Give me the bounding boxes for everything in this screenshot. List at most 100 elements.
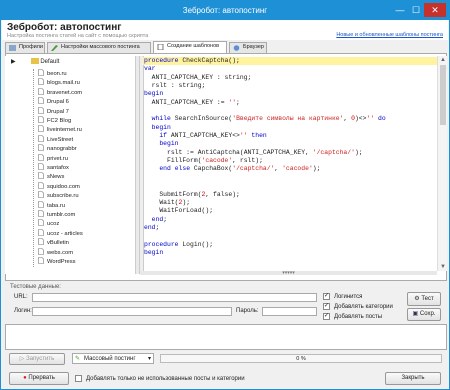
status-bar: ▷ Запустить ✎ Массовый постинг ▾ 0 % <box>5 353 447 366</box>
test-button-label: Тест <box>421 296 434 302</box>
tree-item-label: ucoz <box>47 221 60 228</box>
scroll-up-icon[interactable]: ▲ <box>439 56 447 64</box>
tree-item[interactable]: privet.ru <box>38 153 68 163</box>
scroll-thumb[interactable] <box>440 65 446 125</box>
tree-item-label: vBulletin <box>47 240 69 247</box>
app-window: Зебробот: автопостинг — ☐ ✕ Зебробот: ав… <box>0 0 450 390</box>
tab-label: Браузер <box>243 44 264 50</box>
template-tree[interactable]: ▶ Default beon.ru blogs.mail.ru bravenet.c… <box>5 56 135 274</box>
save-button[interactable]: ▣ Сохр. <box>407 308 441 321</box>
title-bar[interactable]: Зебробот: автопостинг — ☐ ✕ <box>1 1 449 20</box>
save-icon: ▣ <box>412 311 419 317</box>
code-line: rslt : string; <box>144 82 206 90</box>
tree-item[interactable]: bravenet.com <box>38 87 82 97</box>
tree-root[interactable]: ▶ Default <box>11 58 59 66</box>
code-line: end else CapchaBox('/captcha/', 'cacode'… <box>159 165 321 173</box>
tree-item-label: taba.ru <box>47 202 66 209</box>
scroll-down-icon[interactable]: ▼ <box>439 263 447 271</box>
test-button[interactable]: ⚙ Тест <box>407 292 441 306</box>
expand-arrow-icon[interactable]: ▶ <box>11 58 19 66</box>
tree-item[interactable]: nanograbbr <box>38 144 77 153</box>
password-input[interactable] <box>262 307 317 316</box>
save-button-label: Сохр. <box>419 311 436 317</box>
tree-item-label: squidoo.com <box>47 183 80 190</box>
horizontal-splitter[interactable]: ▾▾▾▾▾ <box>140 271 437 276</box>
code-line: procedure Login(); <box>144 240 214 248</box>
log-area[interactable] <box>5 324 447 350</box>
tree-item[interactable]: Drupal 6 <box>38 97 69 106</box>
code-line: var <box>144 65 156 73</box>
login-checkbox[interactable]: ✓ Логинится <box>323 293 362 301</box>
tree-item[interactable]: webs.com <box>38 247 73 257</box>
tree-item[interactable]: tumblr.com <box>38 210 75 219</box>
close-button[interactable]: Закрыть <box>385 372 441 385</box>
tab-profiles[interactable]: Профили <box>5 42 45 53</box>
code-line: end; <box>144 223 160 231</box>
template-file-icon <box>38 125 44 133</box>
tree-item[interactable]: Drupal 7 <box>38 106 69 116</box>
tree-guide-line <box>33 69 34 267</box>
tree-item[interactable]: FC2 Blog <box>38 116 71 125</box>
tree-item[interactable]: santafox <box>38 163 69 172</box>
tree-item-label: santafox <box>47 165 69 171</box>
tree-item[interactable]: squidoo.com <box>38 181 80 191</box>
template-file-icon <box>38 163 44 170</box>
tree-item-label: liveinternet.ru <box>47 127 82 134</box>
code-line: end; <box>151 215 168 223</box>
tree-item[interactable]: LiveStreet <box>38 134 74 144</box>
stop-button[interactable]: ● Прервать <box>9 372 69 385</box>
code-line: SubmitForm(2, false); <box>144 190 240 198</box>
run-button-label: Запустить <box>26 356 55 362</box>
code-line: Wait(2); <box>144 198 191 206</box>
checkbox-checked-icon[interactable]: ✓ <box>323 293 330 300</box>
tree-item[interactable]: taba.ru <box>38 200 66 210</box>
code-line: begin <box>151 123 171 131</box>
code-editor[interactable]: procedure CheckCaptcha(); var ANTI_CAPTCH… <box>140 56 437 271</box>
tree-item[interactable]: ucoz - articles <box>38 228 83 238</box>
url-input[interactable] <box>32 293 317 302</box>
template-file-icon <box>38 106 44 114</box>
run-button[interactable]: ▷ Запустить <box>9 353 65 365</box>
close-window-button[interactable]: ✕ <box>424 3 446 17</box>
tree-item[interactable]: vBulletin <box>38 238 69 247</box>
checkbox-empty-icon[interactable] <box>75 375 82 382</box>
login-label: Логин: <box>14 308 32 314</box>
progress-text: 0 % <box>296 356 306 362</box>
tab-label: Профили <box>19 44 43 50</box>
tree-item[interactable]: WordPress <box>38 257 76 266</box>
only-unused-checkbox[interactable]: Добавлять только не использованные посты… <box>75 375 245 383</box>
template-file-icon <box>38 172 44 180</box>
template-file-icon <box>38 97 44 104</box>
tree-item[interactable]: subscribe.ru <box>38 191 79 200</box>
template-file-icon <box>38 219 44 227</box>
maximize-button[interactable]: ☐ <box>409 3 423 17</box>
minimize-button[interactable]: — <box>393 3 407 17</box>
code-area[interactable]: procedure CheckCaptcha(); var ANTI_CAPTCH… <box>143 57 437 265</box>
document-icon <box>157 44 164 50</box>
tree-item[interactable]: beon.ru <box>38 69 67 78</box>
mode-select[interactable]: ✎ Массовый постинг ▾ <box>72 353 154 364</box>
add-posts-checkbox[interactable]: ✓ Добавлять посты <box>323 313 382 321</box>
tab-browser[interactable]: Браузер <box>229 42 267 53</box>
tree-item[interactable]: liveinternet.ru <box>38 125 82 134</box>
template-file-icon <box>38 247 44 255</box>
tree-item-label: LiveStreet <box>47 136 74 143</box>
code-line: ANTI_CAPTCHA_KEY : string; <box>144 73 252 81</box>
footer: ● Прервать Добавлять только не использов… <box>5 371 447 387</box>
tab-mass-posting[interactable]: Настройки массового постинга <box>47 42 151 53</box>
gears-icon: ⚙ <box>414 296 420 302</box>
code-line: WaitForLoad(); <box>144 207 214 215</box>
tree-item[interactable]: ucoz <box>38 219 59 228</box>
add-categories-checkbox[interactable]: ✓ Добавлять категории <box>323 303 393 311</box>
tree-item[interactable]: sNews <box>38 172 64 181</box>
login-input[interactable] <box>32 307 232 316</box>
window-title: Зебробот: автопостинг <box>182 6 268 15</box>
templates-link[interactable]: Новые и обновленные шаблоны постинга <box>336 32 443 38</box>
checkbox-checked-icon[interactable]: ✓ <box>323 303 330 310</box>
editor-scrollbar[interactable]: ▲ ▼ <box>437 56 447 271</box>
password-label: Пароль: <box>236 308 259 314</box>
checkbox-checked-icon[interactable]: ✓ <box>323 313 330 320</box>
code-line: ANTI_CAPTCHA_KEY := ''; <box>144 98 240 106</box>
tree-item[interactable]: blogs.mail.ru <box>38 78 80 87</box>
